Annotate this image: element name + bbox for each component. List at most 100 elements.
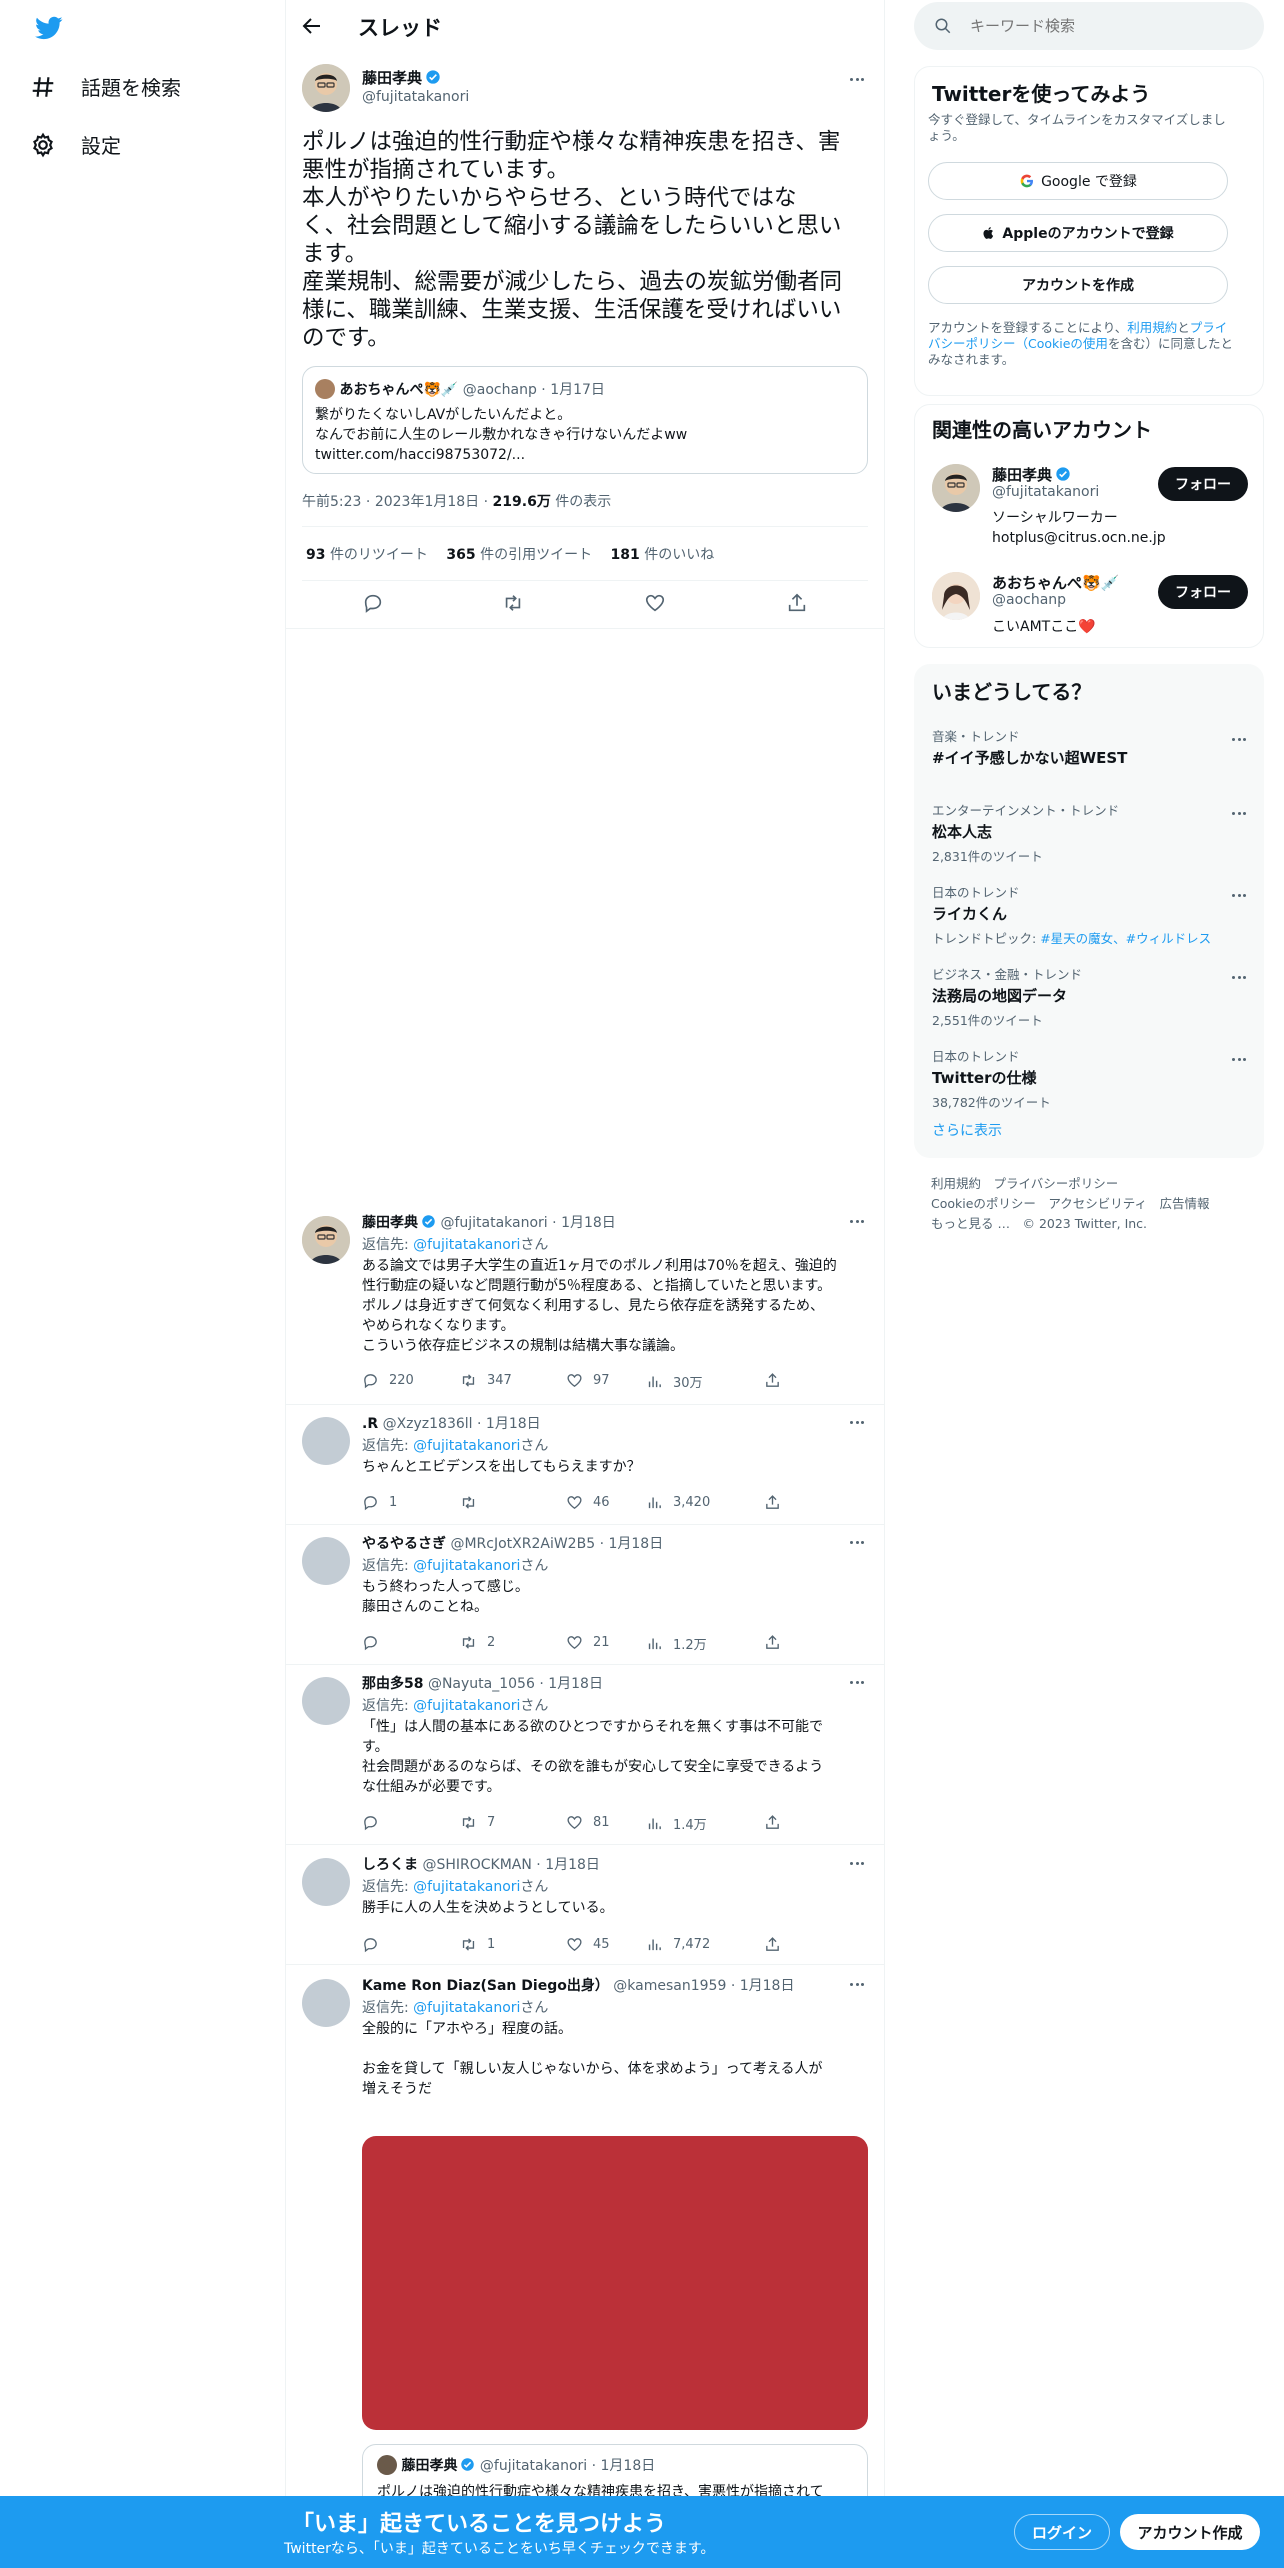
like-button[interactable]: 97 (566, 1372, 610, 1389)
author-handle[interactable]: @Nayuta_1056 (428, 1676, 535, 1692)
author-handle[interactable]: @fujitatakanori (362, 89, 469, 105)
replying-to-handle[interactable]: @fujitatakanori (413, 1558, 520, 1574)
related-account-name[interactable]: 藤田孝典 (992, 466, 1052, 484)
privacy-link[interactable]: バシーポリシー（Cookieの使用 (928, 336, 1108, 351)
views-button[interactable]: 7,472 (646, 1936, 710, 1953)
share-button[interactable] (786, 592, 808, 614)
tweet-time[interactable]: 午前5:23 (302, 494, 361, 510)
author-name[interactable]: 藤田孝典 (362, 1215, 418, 1231)
author-handle[interactable]: @kamesan1959 (613, 1978, 726, 1994)
author-handle[interactable]: @SHIROCKMAN (422, 1857, 531, 1873)
more-options-button[interactable] (846, 1671, 868, 1693)
avatar[interactable] (932, 572, 980, 620)
privacy-link[interactable]: プライ (1190, 320, 1228, 335)
trend-more-button[interactable] (1228, 884, 1250, 906)
like-button[interactable]: 45 (566, 1936, 610, 1953)
retweet-stat[interactable]: 93 件のリツイート (306, 547, 428, 563)
reply-date[interactable]: 1月18日 (740, 1978, 795, 1994)
media-image[interactable] (362, 2136, 868, 2430)
trend-more-button[interactable] (1228, 802, 1250, 824)
trend-item[interactable]: 音楽・トレンド #イイ予感しかない超WEST (932, 726, 1252, 768)
trend-item[interactable]: 日本のトレンド ライカくん トレンドトピック: #星天の魔女、#ウィルドレス (932, 882, 1252, 947)
views-button[interactable]: 1.4万 (646, 1814, 707, 1833)
retweet-button[interactable]: 7 (460, 1814, 495, 1831)
author-handle[interactable]: @Xzyz1836ll (383, 1416, 473, 1432)
quoted-tweet[interactable]: あおちゃんぺ🐯💉 @aochanp · 1月17日 繋がりたくないしAVがしたい… (302, 366, 868, 474)
avatar[interactable] (302, 1417, 350, 1465)
retweet-button[interactable]: 347 (460, 1372, 512, 1389)
search-input[interactable] (970, 14, 1250, 38)
reply-date[interactable]: 1月18日 (561, 1215, 616, 1231)
author-name[interactable]: Kame Ron Diaz(San Diego出身） (362, 1978, 609, 1994)
like-button[interactable] (644, 592, 666, 614)
author-name[interactable]: .R (362, 1416, 378, 1432)
share-button[interactable] (764, 1372, 781, 1389)
tweet-date[interactable]: 2023年1月18日 (375, 494, 479, 510)
views-button[interactable]: 3,420 (646, 1494, 710, 1511)
trend-more-button[interactable] (1228, 1048, 1250, 1070)
related-account-handle[interactable]: @aochanp (992, 592, 1066, 608)
follow-button[interactable]: フォロー (1158, 467, 1248, 501)
trend-item[interactable]: 日本のトレンド Twitterの仕様 38,782件のツイート (932, 1046, 1252, 1111)
twitter-logo-icon[interactable] (33, 14, 65, 42)
create-account-button[interactable]: アカウントを作成 (928, 266, 1228, 304)
reply-button[interactable] (362, 1814, 389, 1831)
reply-button[interactable] (362, 1936, 389, 1953)
sidebar-item-settings[interactable]: 設定 (30, 130, 121, 159)
reply-date[interactable]: 1月18日 (608, 1536, 663, 1552)
show-more-link[interactable]: さらに表示 (932, 1120, 1002, 1140)
avatar[interactable] (302, 64, 350, 112)
author-name[interactable]: 藤田孝典 (362, 69, 422, 87)
avatar[interactable] (932, 464, 980, 512)
reply-button[interactable] (362, 1634, 389, 1651)
replying-to-handle[interactable]: @fujitatakanori (413, 1879, 520, 1895)
related-account-handle[interactable]: @fujitatakanori (992, 484, 1099, 500)
author-name[interactable]: しろくま (362, 1857, 418, 1873)
trend-item[interactable]: エンターテインメント・トレンド 松本人志 2,831件のツイート (932, 800, 1252, 865)
author-handle[interactable]: @MRcJotXR2AiW2B5 (450, 1536, 595, 1552)
retweet-button[interactable]: 2 (460, 1634, 495, 1651)
like-button[interactable]: 21 (566, 1634, 610, 1651)
share-button[interactable] (764, 1936, 781, 1953)
avatar[interactable] (302, 1537, 350, 1585)
reply-button[interactable]: 1 (362, 1494, 397, 1511)
more-options-button[interactable] (846, 1531, 868, 1553)
more-options-button[interactable] (846, 1973, 868, 1995)
retweet-button[interactable]: 1 (460, 1936, 495, 1953)
like-button[interactable]: 46 (566, 1494, 610, 1511)
login-button[interactable]: ログイン (1014, 2514, 1110, 2550)
share-button[interactable] (764, 1494, 781, 1511)
trend-topics-links[interactable]: #星天の魔女、#ウィルドレス (1040, 931, 1211, 946)
back-button[interactable] (300, 14, 326, 40)
sidebar-item-explore[interactable]: 話題を検索 (30, 72, 181, 101)
like-stat[interactable]: 181 件のいいね (611, 547, 715, 563)
more-options-button[interactable] (846, 1411, 868, 1433)
terms-link[interactable]: 利用規約 (1127, 320, 1177, 335)
avatar[interactable] (302, 1216, 350, 1264)
author-name[interactable]: やるやるさぎ (362, 1536, 446, 1552)
follow-button[interactable]: フォロー (1158, 575, 1248, 609)
retweet-button[interactable] (460, 1494, 487, 1511)
footer-line[interactable]: 利用規約 プライバシーポリシー (931, 1174, 1210, 1194)
replying-to-handle[interactable]: @fujitatakanori (413, 1438, 520, 1454)
footer-line[interactable]: Cookieのポリシー アクセシビリティ 広告情報 (931, 1194, 1210, 1214)
footer-line[interactable]: もっと見る … © 2023 Twitter, Inc. (931, 1214, 1210, 1234)
avatar[interactable] (302, 1979, 350, 2027)
reply-date[interactable]: 1月18日 (486, 1416, 541, 1432)
share-button[interactable] (764, 1814, 781, 1831)
apple-signup-button[interactable]: Appleのアカウントで登録 (928, 214, 1228, 252)
like-button[interactable]: 81 (566, 1814, 610, 1831)
share-button[interactable] (764, 1634, 781, 1651)
more-options-button[interactable] (846, 1852, 868, 1874)
more-options-button[interactable] (846, 68, 868, 90)
reply-date[interactable]: 1月18日 (545, 1857, 600, 1873)
replying-to-handle[interactable]: @fujitatakanori (413, 1698, 520, 1714)
avatar[interactable] (302, 1858, 350, 1906)
reply-button[interactable]: 220 (362, 1372, 414, 1389)
replying-to-handle[interactable]: @fujitatakanori (413, 2000, 520, 2016)
more-options-button[interactable] (846, 1210, 868, 1232)
views-button[interactable]: 30万 (646, 1372, 703, 1391)
search-box[interactable] (914, 2, 1264, 50)
trend-more-button[interactable] (1228, 966, 1250, 988)
signup-button[interactable]: アカウント作成 (1120, 2514, 1260, 2550)
